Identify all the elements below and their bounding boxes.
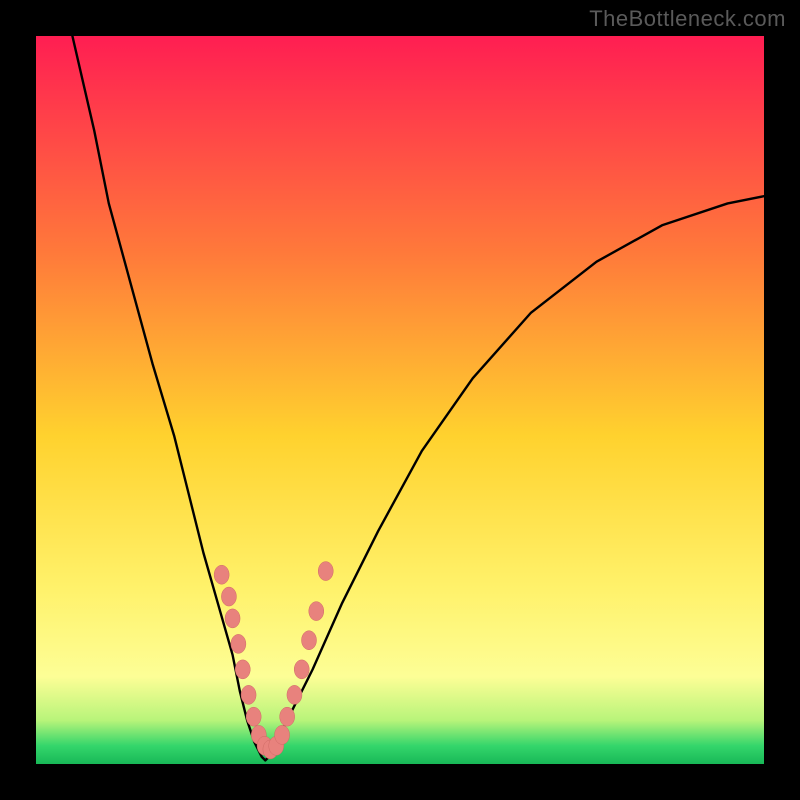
bead-marker [246,707,261,726]
bead-marker [302,631,317,650]
bead-marker [318,562,333,581]
bead-marker [294,660,309,679]
bead-marker [280,707,295,726]
bead-marker [225,609,240,628]
bead-marker [309,602,324,621]
bead-marker [231,634,246,653]
bead-marker [241,685,256,704]
chart-stage: TheBottleneck.com [0,0,800,800]
bottleneck-curve [72,36,764,760]
bead-marker [221,587,236,606]
bead-marker [235,660,250,679]
watermark-text: TheBottleneck.com [589,6,786,32]
curve-layer [36,36,764,764]
bead-marker [275,725,290,744]
bead-marker [287,685,302,704]
bead-marker [214,565,229,584]
plot-area [36,36,764,764]
